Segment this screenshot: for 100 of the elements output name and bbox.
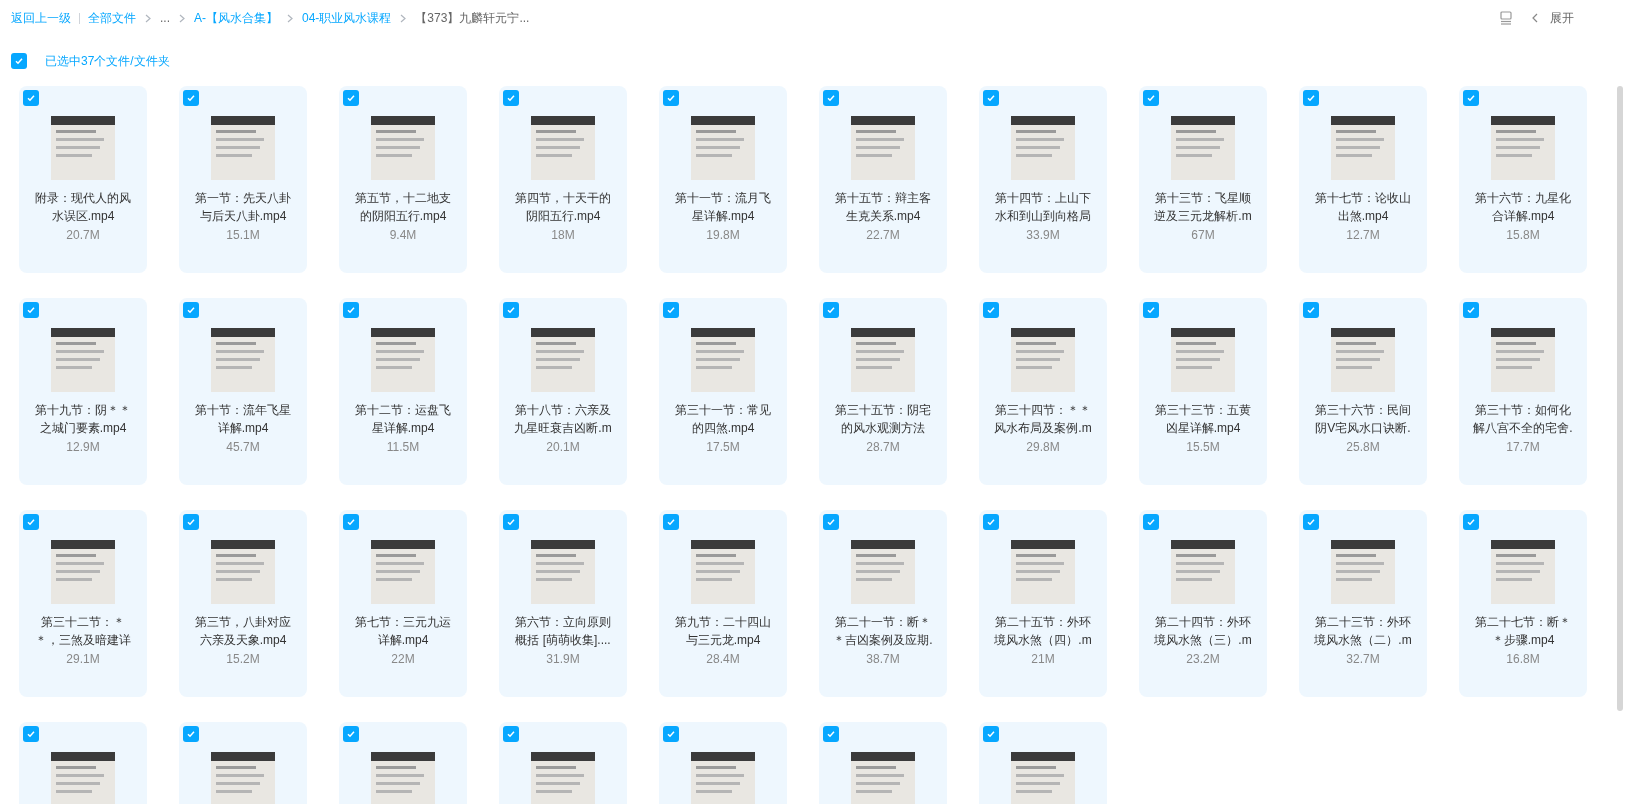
checkbox[interactable] — [1463, 302, 1479, 318]
checkmark-icon — [1306, 517, 1316, 527]
video-thumbnail — [1011, 540, 1075, 604]
checkbox[interactable] — [1143, 90, 1159, 106]
checkbox[interactable] — [663, 302, 679, 318]
checkbox[interactable] — [1143, 302, 1159, 318]
file-card[interactable]: 第十三节：飞星顺 逆及三元龙解析.m 67M — [1139, 86, 1267, 273]
list-view-icon[interactable] — [1500, 11, 1512, 25]
checkmark-icon — [666, 305, 676, 315]
file-size: 17.7M — [1506, 439, 1540, 456]
file-card[interactable]: 第十四节：上山下 水和到山到向格局 33.9M — [979, 86, 1107, 273]
scrollbar-thumb[interactable] — [1617, 86, 1623, 711]
checkmark-icon — [666, 729, 676, 739]
file-card[interactable]: 第三十四节：＊＊ 风水布局及案例.m 29.8M — [979, 298, 1107, 485]
checkbox[interactable] — [823, 726, 839, 742]
checkbox[interactable] — [503, 726, 519, 742]
checkbox[interactable] — [663, 514, 679, 530]
file-card[interactable]: 第十节：流年飞星 详解.mp4 45.7M — [179, 298, 307, 485]
checkmark-icon — [1146, 93, 1156, 103]
checkbox[interactable] — [983, 90, 999, 106]
file-name: 第三节，八卦对应 六亲及天象.mp4 — [195, 614, 291, 649]
checkbox[interactable] — [983, 302, 999, 318]
file-name: 第二十七节：断＊ ＊步骤.mp4 — [1475, 614, 1571, 649]
file-card[interactable]: 第三十一节：常见 的四煞.mp4 17.5M — [659, 298, 787, 485]
checkbox[interactable] — [1463, 90, 1479, 106]
checkmark-icon — [986, 305, 996, 315]
file-size: 12.9M — [66, 439, 100, 456]
checkbox[interactable] — [11, 53, 27, 69]
file-card[interactable]: 第二十三节：外环 境风水煞（二）.m 32.7M — [1299, 510, 1427, 697]
checkbox[interactable] — [823, 514, 839, 530]
checkbox[interactable] — [343, 726, 359, 742]
checkmark-icon — [506, 517, 516, 527]
checkbox[interactable] — [183, 514, 199, 530]
chevron-right-icon — [179, 13, 185, 23]
file-card[interactable]: 第十六节：九星化 合详解.mp4 15.8M — [1459, 86, 1587, 273]
file-card[interactable]: 第二十七节：断＊ ＊步骤.mp4 16.8M — [1459, 510, 1587, 697]
file-size: 25.8M — [1346, 439, 1380, 456]
file-name: 第三十节：如何化 解八宫不全的宅舍. — [1473, 402, 1573, 437]
file-card[interactable]: 第二十一节：断＊ ＊吉凶案例及应期. 38.7M — [819, 510, 947, 697]
checkbox[interactable] — [1303, 90, 1319, 106]
file-card[interactable]: 第三节，八卦对应 六亲及天象.mp4 15.2M — [179, 510, 307, 697]
checkmark-icon — [826, 517, 836, 527]
file-name: 第三十一节：常见 的四煞.mp4 — [675, 402, 771, 437]
checkbox[interactable] — [503, 514, 519, 530]
checkmark-icon — [186, 305, 196, 315]
file-size: 67M — [1191, 227, 1215, 244]
checkbox[interactable] — [343, 302, 359, 318]
file-card[interactable]: 第三十五节：阴宅 的风水观测方法 28.7M — [819, 298, 947, 485]
file-card[interactable]: 第五节，十二地支 的阴阳五行.mp4 9.4M — [339, 86, 467, 273]
checkbox[interactable] — [983, 514, 999, 530]
checkbox[interactable] — [1143, 514, 1159, 530]
checkbox[interactable] — [503, 302, 519, 318]
checkbox[interactable] — [1463, 514, 1479, 530]
file-size: 9.4M — [389, 227, 417, 244]
video-thumbnail — [1171, 116, 1235, 180]
file-card[interactable]: 第十五节：辩主客 生克关系.mp4 22.7M — [819, 86, 947, 273]
file-card[interactable]: 第三十六节：民间 阴V宅风水口诀断. 25.8M — [1299, 298, 1427, 485]
checkbox[interactable] — [23, 726, 39, 742]
file-card[interactable]: 第十八节：六亲及 九星旺衰吉凶断.m 20.1M — [499, 298, 627, 485]
checkbox[interactable] — [343, 514, 359, 530]
file-size: 17.5M — [706, 439, 740, 456]
checkbox[interactable] — [503, 90, 519, 106]
checkmark-icon — [826, 93, 836, 103]
checkbox[interactable] — [343, 90, 359, 106]
file-card[interactable]: 第十二节：运盘飞 星详解.mp4 11.5M — [339, 298, 467, 485]
checkbox[interactable] — [23, 514, 39, 530]
video-thumbnail — [51, 752, 115, 804]
expand-button[interactable]: 展开 — [1550, 9, 1574, 27]
checkbox[interactable] — [23, 302, 39, 318]
checkbox[interactable] — [183, 302, 199, 318]
file-card[interactable]: 第十七节：论收山 出煞.mp4 12.7M — [1299, 86, 1427, 273]
file-card[interactable]: 第十九节：阴＊＊ 之城门要素.mp4 12.9M — [19, 298, 147, 485]
file-card[interactable]: 第十一节：流月飞 星详解.mp4 19.8M — [659, 86, 787, 273]
file-card[interactable]: 第九节：二十四山 与三元龙.mp4 28.4M — [659, 510, 787, 697]
file-card[interactable]: 第三十节：如何化 解八宫不全的宅舍. 17.7M — [1459, 298, 1587, 485]
checkbox[interactable] — [823, 302, 839, 318]
checkbox[interactable] — [183, 726, 199, 742]
file-card[interactable]: 第三十三节：五黄 凶星详解.mp4 15.5M — [1139, 298, 1267, 485]
file-size: 31.9M — [546, 651, 580, 668]
checkmark-icon — [26, 93, 36, 103]
checkmark-icon — [986, 729, 996, 739]
checkbox[interactable] — [663, 90, 679, 106]
checkbox[interactable] — [23, 90, 39, 106]
checkbox[interactable] — [1303, 302, 1319, 318]
file-name: 第十八节：六亲及 九星旺衰吉凶断.m — [514, 402, 612, 437]
file-card[interactable]: 第二十五节：外环 境风水煞（四）.m 21M — [979, 510, 1107, 697]
file-card[interactable]: 第一节：先天八卦 与后天八卦.mp4 15.1M — [179, 86, 307, 273]
checkbox[interactable] — [663, 726, 679, 742]
checkbox[interactable] — [983, 726, 999, 742]
chevron-left-icon[interactable] — [1532, 13, 1538, 23]
file-name: 第二十三节：外环 境风水煞（二）.m — [1314, 614, 1412, 649]
file-card[interactable]: 第六节：立向原则 概括 [萌萌收集].... 31.9M — [499, 510, 627, 697]
file-card[interactable]: 第四节，十天干的 阴阳五行.mp4 18M — [499, 86, 627, 273]
file-card[interactable]: 第三十二节：＊ ＊，三煞及暗建详 29.1M — [19, 510, 147, 697]
file-card[interactable]: 第七节：三元九运 详解.mp4 22M — [339, 510, 467, 697]
checkbox[interactable] — [1303, 514, 1319, 530]
file-card[interactable]: 第二十四节：外环 境风水煞（三）.m 23.2M — [1139, 510, 1267, 697]
file-card[interactable]: 附录：现代人的风 水误区.mp4 20.7M — [19, 86, 147, 273]
checkbox[interactable] — [823, 90, 839, 106]
checkbox[interactable] — [183, 90, 199, 106]
